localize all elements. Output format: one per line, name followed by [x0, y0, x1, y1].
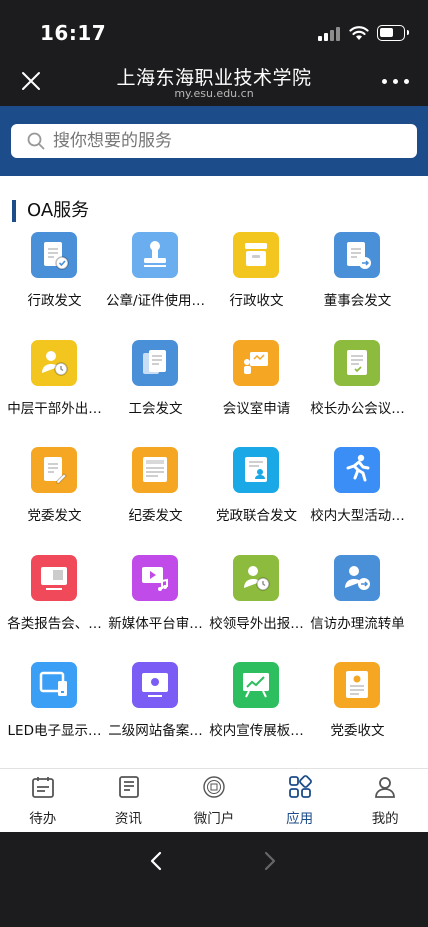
- tab-label: 应用: [286, 811, 314, 827]
- person-clock-icon: [31, 339, 77, 386]
- tab-school-emblem[interactable]: 微门户: [171, 769, 257, 833]
- status-bar: 16:17: [0, 0, 428, 56]
- user-icon: [375, 777, 396, 798]
- app-label: 董事会发文: [323, 293, 392, 309]
- forward-icon[interactable]: [260, 850, 280, 872]
- app-label: 党委发文: [27, 508, 82, 524]
- back-icon[interactable]: [146, 850, 166, 872]
- app-tile[interactable]: 行政发文: [1, 232, 108, 339]
- documents-icon: [132, 339, 178, 386]
- app-label: 校长办公会议…: [310, 400, 405, 417]
- school-emblem-icon: [203, 776, 225, 798]
- app-label: LED电子显示…: [7, 723, 102, 739]
- app-tile[interactable]: 二级网站备案…: [102, 662, 209, 768]
- clipboard-check-icon: [334, 339, 380, 386]
- calendar-icon: [32, 777, 54, 798]
- tab-label: 微门户: [193, 811, 235, 827]
- nav-bar: 上海东海职业技术学院 my.esu.edu.cn: [0, 56, 428, 106]
- stamp-icon: [132, 232, 178, 278]
- search-band: [0, 106, 428, 176]
- signal-icon: [318, 27, 342, 41]
- app-label: 校领导外出报…: [209, 615, 304, 632]
- meeting-board-icon: [233, 339, 279, 386]
- app-label: 公章/证件使用…: [105, 293, 206, 309]
- app-tile[interactable]: 信访办理流转单: [304, 554, 411, 662]
- person-transfer-icon: [334, 554, 380, 601]
- document-check-icon: [31, 232, 77, 278]
- app-tile[interactable]: LED电子显示…: [1, 662, 108, 768]
- search-box[interactable]: [11, 124, 417, 158]
- document-pen-icon: [31, 447, 77, 493]
- app-label: 工会发文: [128, 400, 183, 417]
- app-label: 各类报告会、…: [7, 615, 102, 632]
- app-label: 行政收文: [229, 293, 284, 309]
- app-label: 会议室申请: [222, 400, 291, 417]
- page-url: my.esu.edu.cn: [174, 87, 254, 100]
- tab-calendar[interactable]: 待办: [0, 769, 86, 833]
- page-title: 上海东海职业技术学院: [116, 67, 312, 89]
- section-accent-bar: [12, 200, 16, 222]
- battery-icon: [377, 25, 409, 41]
- tab-bar: 待办 资讯 微门户 应用 我的: [0, 768, 428, 832]
- display-screen-icon: [31, 662, 77, 708]
- app-label: 二级网站备案…: [108, 723, 203, 739]
- app-tile[interactable]: 各类报告会、…: [1, 554, 108, 662]
- browser-toolbar: [0, 832, 428, 927]
- document-send-icon: [334, 232, 380, 278]
- app-label: 行政发文: [27, 293, 82, 309]
- tab-label: 我的: [371, 811, 399, 827]
- form-icon: [132, 447, 178, 493]
- section-title: OA服务: [27, 200, 90, 221]
- wifi-icon: [349, 26, 369, 40]
- tab-news[interactable]: 资讯: [86, 769, 172, 833]
- app-label: 党委收文: [330, 723, 385, 739]
- search-input[interactable]: [53, 124, 393, 158]
- app-label: 校内宣传展板…: [209, 723, 304, 739]
- document-person-icon: [233, 447, 279, 493]
- app-tile[interactable]: 校长办公会议…: [304, 339, 411, 447]
- tab-user[interactable]: 我的: [342, 769, 428, 833]
- person-clock-icon: [233, 554, 279, 601]
- app-tile[interactable]: 校领导外出报…: [203, 554, 310, 662]
- app-tile[interactable]: 校内大型活动…: [304, 447, 411, 554]
- app-tile[interactable]: 党政联合发文: [203, 447, 310, 554]
- inbox-tray-icon: [233, 232, 279, 278]
- app-tile[interactable]: 行政收文: [203, 232, 310, 339]
- app-tile[interactable]: 纪委发文: [102, 447, 209, 554]
- document-badge-icon: [334, 662, 380, 708]
- main-content: OA服务 行政发文 公章/证件使用… 行政收文 董事会发文中层干部外出… 工会发文 会议室…: [0, 176, 428, 768]
- app-tile[interactable]: 董事会发文: [304, 232, 411, 339]
- app-tile[interactable]: 工会发文: [102, 339, 209, 447]
- status-time: 16:17: [40, 21, 107, 45]
- tab-apps-grid[interactable]: 应用: [257, 769, 343, 833]
- app-label: 纪委发文: [128, 508, 183, 524]
- app-label: 信访办理流转单: [310, 615, 405, 632]
- search-icon: [27, 132, 45, 150]
- app-label: 新媒体平台审…: [108, 615, 203, 632]
- app-tile[interactable]: 中层干部外出…: [1, 339, 108, 447]
- app-tile[interactable]: 新媒体平台审…: [102, 554, 209, 662]
- app-label: 中层干部外出…: [7, 400, 102, 417]
- chart-board-icon: [233, 662, 279, 708]
- app-tile[interactable]: 会议室申请: [203, 339, 310, 447]
- app-tile[interactable]: 党委发文: [1, 447, 108, 554]
- monitor-icon: [132, 662, 178, 708]
- news-icon: [118, 776, 139, 798]
- app-tile[interactable]: 公章/证件使用…: [102, 232, 209, 339]
- more-icon[interactable]: [382, 78, 410, 86]
- media-play-icon: [132, 554, 178, 601]
- app-label: 校内大型活动…: [310, 508, 405, 524]
- app-tile[interactable]: 党委收文: [304, 662, 411, 768]
- app-tile[interactable]: 校内宣传展板…: [203, 662, 310, 768]
- running-person-icon: [334, 447, 380, 493]
- tab-label: 待办: [29, 811, 57, 827]
- qr-presentation-icon: [31, 554, 77, 601]
- apps-grid-icon: [288, 775, 312, 798]
- tab-label: 资讯: [114, 811, 142, 827]
- app-label: 党政联合发文: [216, 508, 297, 524]
